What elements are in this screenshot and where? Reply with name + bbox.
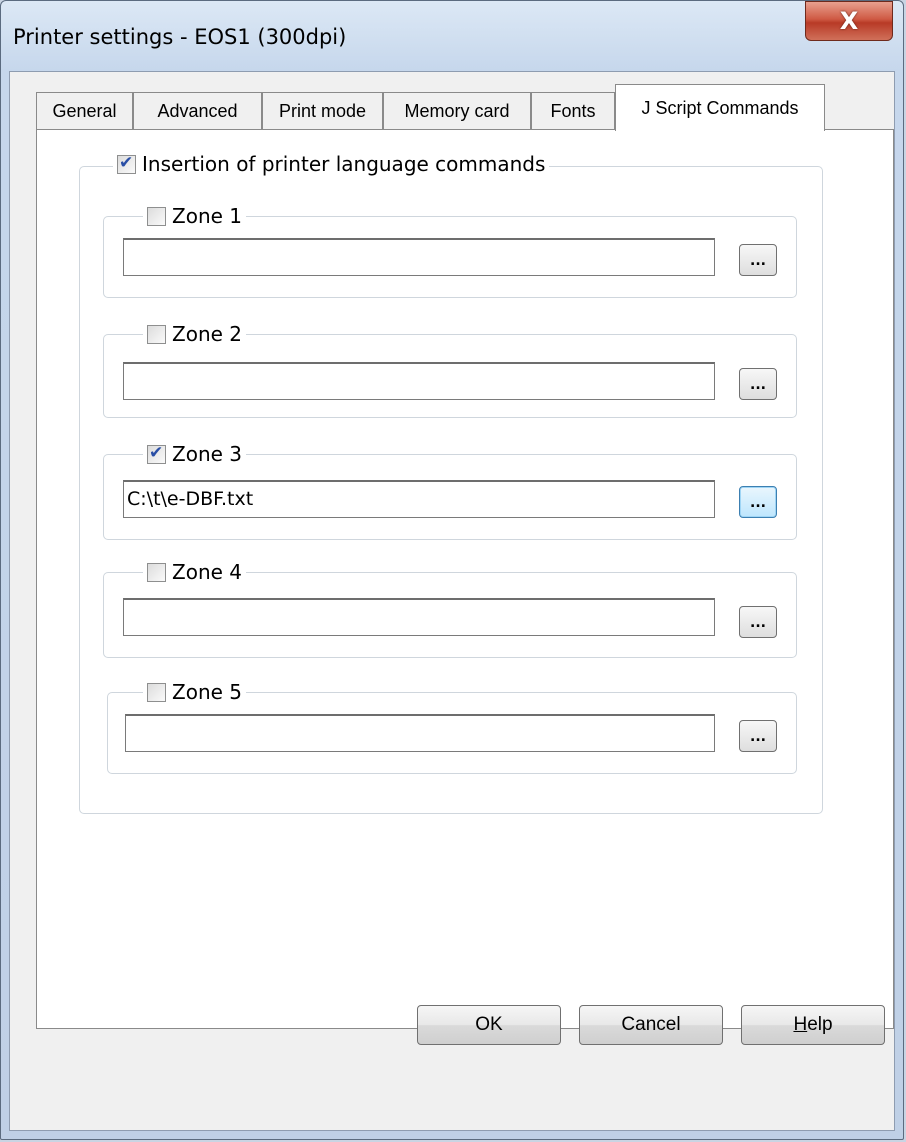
window-title: Printer settings - EOS1 (300dpi) [13, 25, 347, 49]
zone-1-checkbox-row[interactable]: Zone 1 [143, 204, 246, 228]
dialog-client-area: General Advanced Print mode Memory card … [9, 71, 895, 1131]
zone-1-path-input[interactable] [123, 238, 715, 276]
zone-3-browse-button[interactable]: ... [739, 486, 777, 518]
zone-5-checkbox-row[interactable]: Zone 5 [143, 680, 246, 704]
zone-3-path-input[interactable]: C:\t\e-DBF.txt [123, 480, 715, 518]
close-icon: X [839, 7, 859, 35]
zone-4-label: Zone 4 [172, 560, 242, 584]
zone-5-checkbox[interactable] [147, 682, 166, 702]
tab-panel-j-script-commands: Insertion of printer language commands Z… [36, 129, 894, 1029]
help-button[interactable]: Help [741, 1005, 885, 1045]
zone-3-checkbox[interactable] [147, 443, 166, 464]
zone-2-checkbox[interactable] [147, 324, 166, 344]
zone-5-path-input[interactable] [125, 714, 715, 752]
tab-print-mode[interactable]: Print mode [262, 92, 383, 130]
zone-1-checkbox[interactable] [147, 206, 166, 226]
zone-3-checkbox-row[interactable]: Zone 3 [143, 442, 246, 466]
zone-4-checkbox-row[interactable]: Zone 4 [143, 560, 246, 584]
zone-3-label: Zone 3 [172, 442, 242, 466]
insertion-checkbox-row[interactable]: Insertion of printer language commands [113, 152, 550, 176]
help-button-accelerator: H [793, 1014, 808, 1035]
title-bar[interactable]: Printer settings - EOS1 (300dpi) X [1, 1, 903, 77]
tab-advanced[interactable]: Advanced [133, 92, 262, 130]
insertion-checkbox[interactable] [117, 153, 136, 174]
zone-1-browse-button[interactable]: ... [739, 244, 777, 276]
cancel-button[interactable]: Cancel [579, 1005, 723, 1045]
tab-j-script-commands[interactable]: J Script Commands [615, 84, 825, 131]
zone-4-checkbox[interactable] [147, 562, 166, 582]
help-button-label-rest: elp [807, 1014, 833, 1035]
zone-2-label: Zone 2 [172, 322, 242, 346]
ok-button[interactable]: OK [417, 1005, 561, 1045]
insertion-label: Insertion of printer language commands [142, 152, 546, 176]
zone-4-path-input[interactable] [123, 598, 715, 636]
zone-2-path-input[interactable] [123, 362, 715, 400]
zone-1-label: Zone 1 [172, 204, 242, 228]
tab-fonts[interactable]: Fonts [531, 92, 615, 130]
printer-settings-window: Printer settings - EOS1 (300dpi) X Gener… [0, 0, 904, 1140]
zone-4-browse-button[interactable]: ... [739, 606, 777, 638]
close-button[interactable]: X [805, 1, 893, 41]
zone-2-browse-button[interactable]: ... [739, 368, 777, 400]
zone-5-browse-button[interactable]: ... [739, 720, 777, 752]
zone-5-label: Zone 5 [172, 680, 242, 704]
tab-memory-card[interactable]: Memory card [383, 92, 531, 130]
zone-2-checkbox-row[interactable]: Zone 2 [143, 322, 246, 346]
tab-general[interactable]: General [36, 92, 133, 130]
